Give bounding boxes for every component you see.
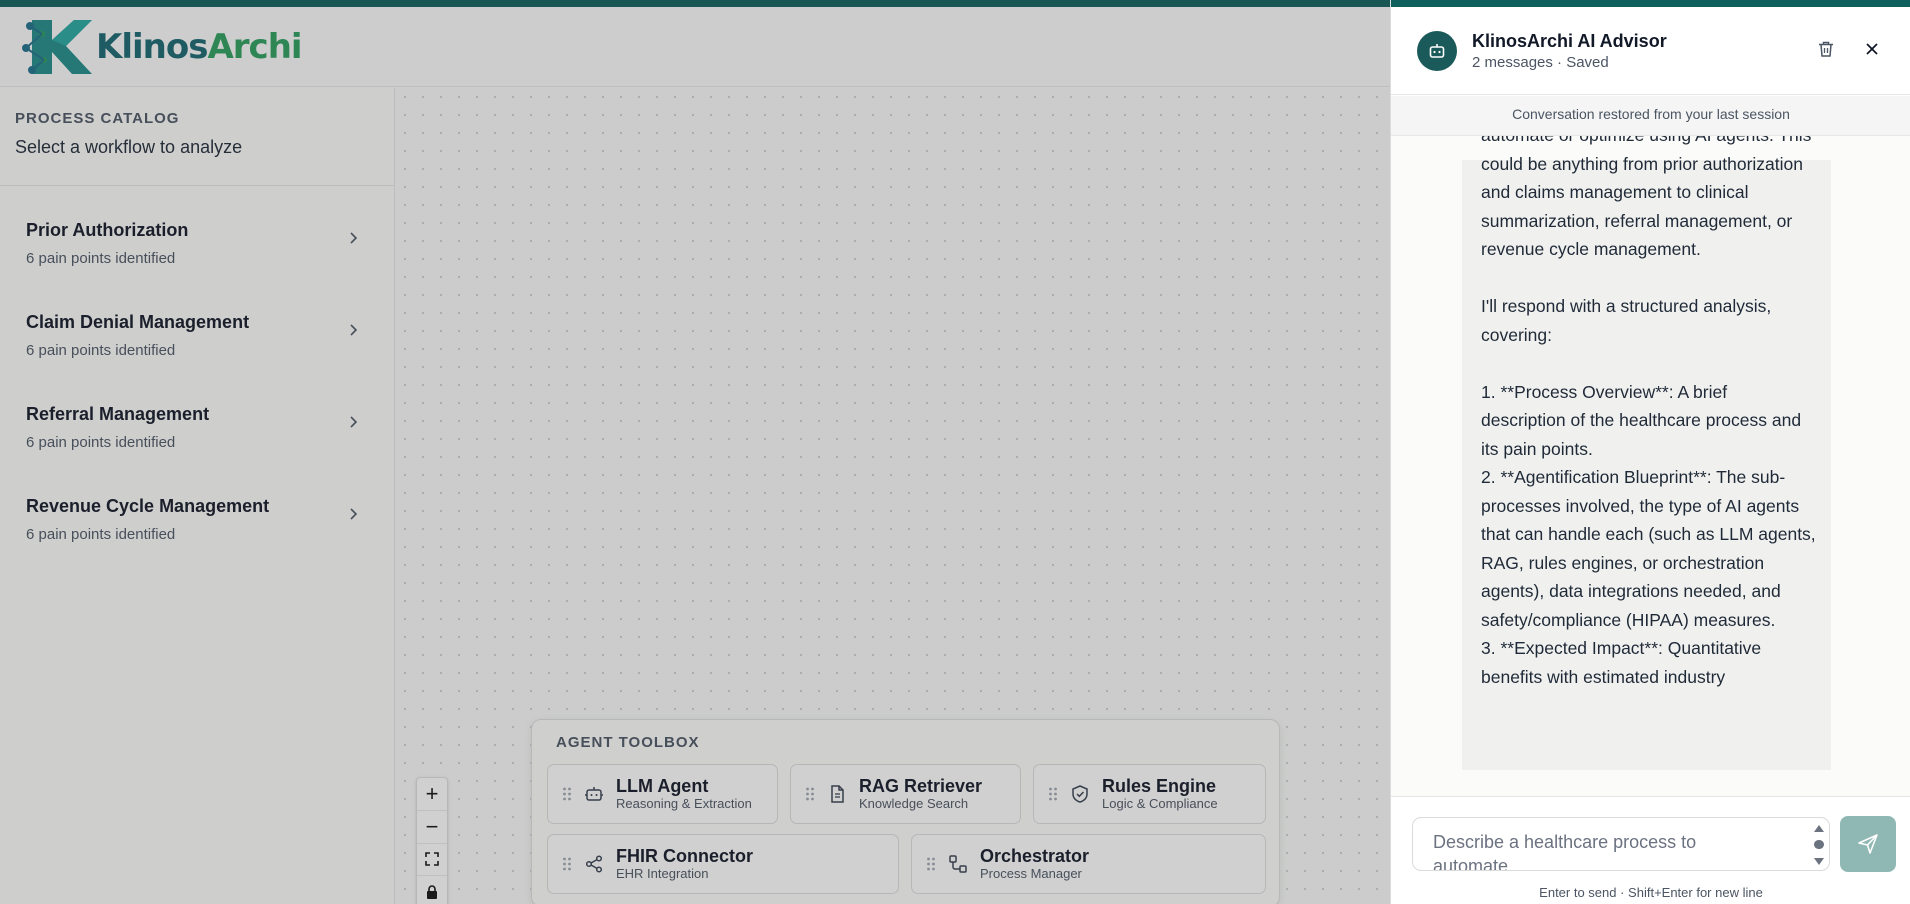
message-list-item: 3. **Expected Impact**: Quantitative ben… <box>1481 638 1762 687</box>
close-icon <box>1866 43 1878 55</box>
ai-advisor-panel: KlinosArchi AI Advisor 2 messages · Save… <box>1390 0 1910 904</box>
modal-overlay[interactable] <box>0 0 1390 904</box>
chat-status: 2 messages · Saved <box>1472 54 1609 71</box>
robot-icon <box>1429 44 1445 58</box>
panel-accent-bar <box>1391 0 1910 7</box>
message-paragraph: automate or optimize using AI agents. Th… <box>1481 136 1811 259</box>
clear-chat-button[interactable] <box>1814 37 1838 61</box>
assistant-message: automate or optimize using AI agents. Th… <box>1462 136 1831 770</box>
chat-header: KlinosArchi AI Advisor 2 messages · Save… <box>1391 7 1910 95</box>
message-list-item: 1. **Process Overview**: A brief descrip… <box>1481 381 1802 459</box>
trash-icon <box>1819 41 1833 57</box>
message-input[interactable] <box>1412 817 1830 871</box>
keyboard-hint: Enter to send · Shift+Enter for new line <box>1539 885 1763 900</box>
message-composer: Enter to send · Shift+Enter for new line <box>1391 796 1910 904</box>
message-list-item: 2. **Agentification Blueprint**: The sub… <box>1481 467 1816 630</box>
close-panel-button[interactable] <box>1860 37 1884 61</box>
session-restored-notice: Conversation restored from your last ses… <box>1391 96 1910 136</box>
message-list[interactable]: automate or optimize using AI agents. Th… <box>1391 136 1910 796</box>
send-button[interactable] <box>1840 816 1896 872</box>
input-scroll-arrows-icon[interactable] <box>1812 823 1826 867</box>
message-paragraph: I'll respond with a structured analysis,… <box>1481 296 1772 345</box>
send-icon <box>1858 834 1878 854</box>
chat-title: KlinosArchi AI Advisor <box>1472 31 1667 51</box>
bot-avatar <box>1417 31 1457 71</box>
message-text: automate or optimize using AI agents. Th… <box>1481 136 1816 691</box>
